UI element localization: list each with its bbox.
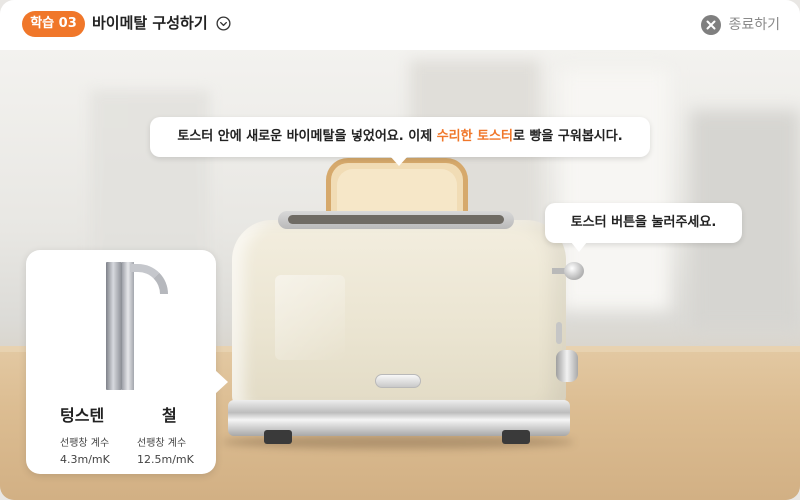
app-frame: 학습 03 바이메탈 구성하기 종료하기 토스터 안에 새로운 바이메탈을 넣었…: [0, 0, 800, 500]
intro-text: 토스터 안에 새로운 바이메탈을 넣었어요. 이제: [177, 129, 437, 144]
speech-bubble-intro: 토스터 안에 새로운 바이메탈을 넣었어요. 이제 수리한 토스터로 빵을 구워…: [150, 117, 650, 166]
toaster-badge: [375, 374, 421, 388]
toaster-foot: [502, 430, 530, 444]
metal-name-iron: 철: [162, 406, 177, 425]
close-button[interactable]: 종료하기: [701, 12, 780, 38]
toaster-foot: [264, 430, 292, 444]
toaster-lever-button[interactable]: [552, 262, 586, 280]
close-circle-icon: [701, 15, 722, 35]
intro-highlight: 수리한 토스터: [436, 129, 513, 144]
metal-label-iron: 선팽창 계수: [137, 438, 187, 449]
metal-value-iron: 12.5m/mK: [137, 453, 194, 466]
tungsten-strip: [106, 262, 122, 390]
lesson-badge: 학습 03: [22, 11, 85, 37]
metal-label-tungsten: 선팽창 계수: [60, 438, 110, 449]
lesson-title: 바이메탈 구성하기: [92, 14, 208, 32]
lever-knob: [564, 262, 584, 280]
check-circle-icon[interactable]: [216, 16, 231, 31]
kitchen-scene: 토스터 안에 새로운 바이메탈을 넣었어요. 이제 수리한 토스터로 빵을 구워…: [0, 50, 800, 500]
toaster-slot: [288, 215, 504, 224]
header-bar: 학습 03 바이메탈 구성하기 종료하기: [0, 0, 800, 50]
toaster-reflection: [275, 275, 345, 360]
speech-bubble-hint: 토스터 버튼을 눌러주세요.: [545, 203, 742, 252]
close-label: 종료하기: [728, 17, 780, 33]
toaster-dial[interactable]: [556, 350, 578, 382]
metal-name-tungsten: 텅스텐: [60, 406, 105, 425]
toaster-button[interactable]: [556, 322, 562, 344]
intro-text-end: 로 빵을 구워봅시다.: [512, 129, 623, 144]
bimetal-info-card: 텅스텐 선팽창 계수 4.3m/mK 철 선팽창 계수 12.5m/mK: [26, 250, 228, 474]
metal-value-tungsten: 4.3m/mK: [60, 453, 110, 466]
bimetal-bend: [130, 264, 168, 294]
